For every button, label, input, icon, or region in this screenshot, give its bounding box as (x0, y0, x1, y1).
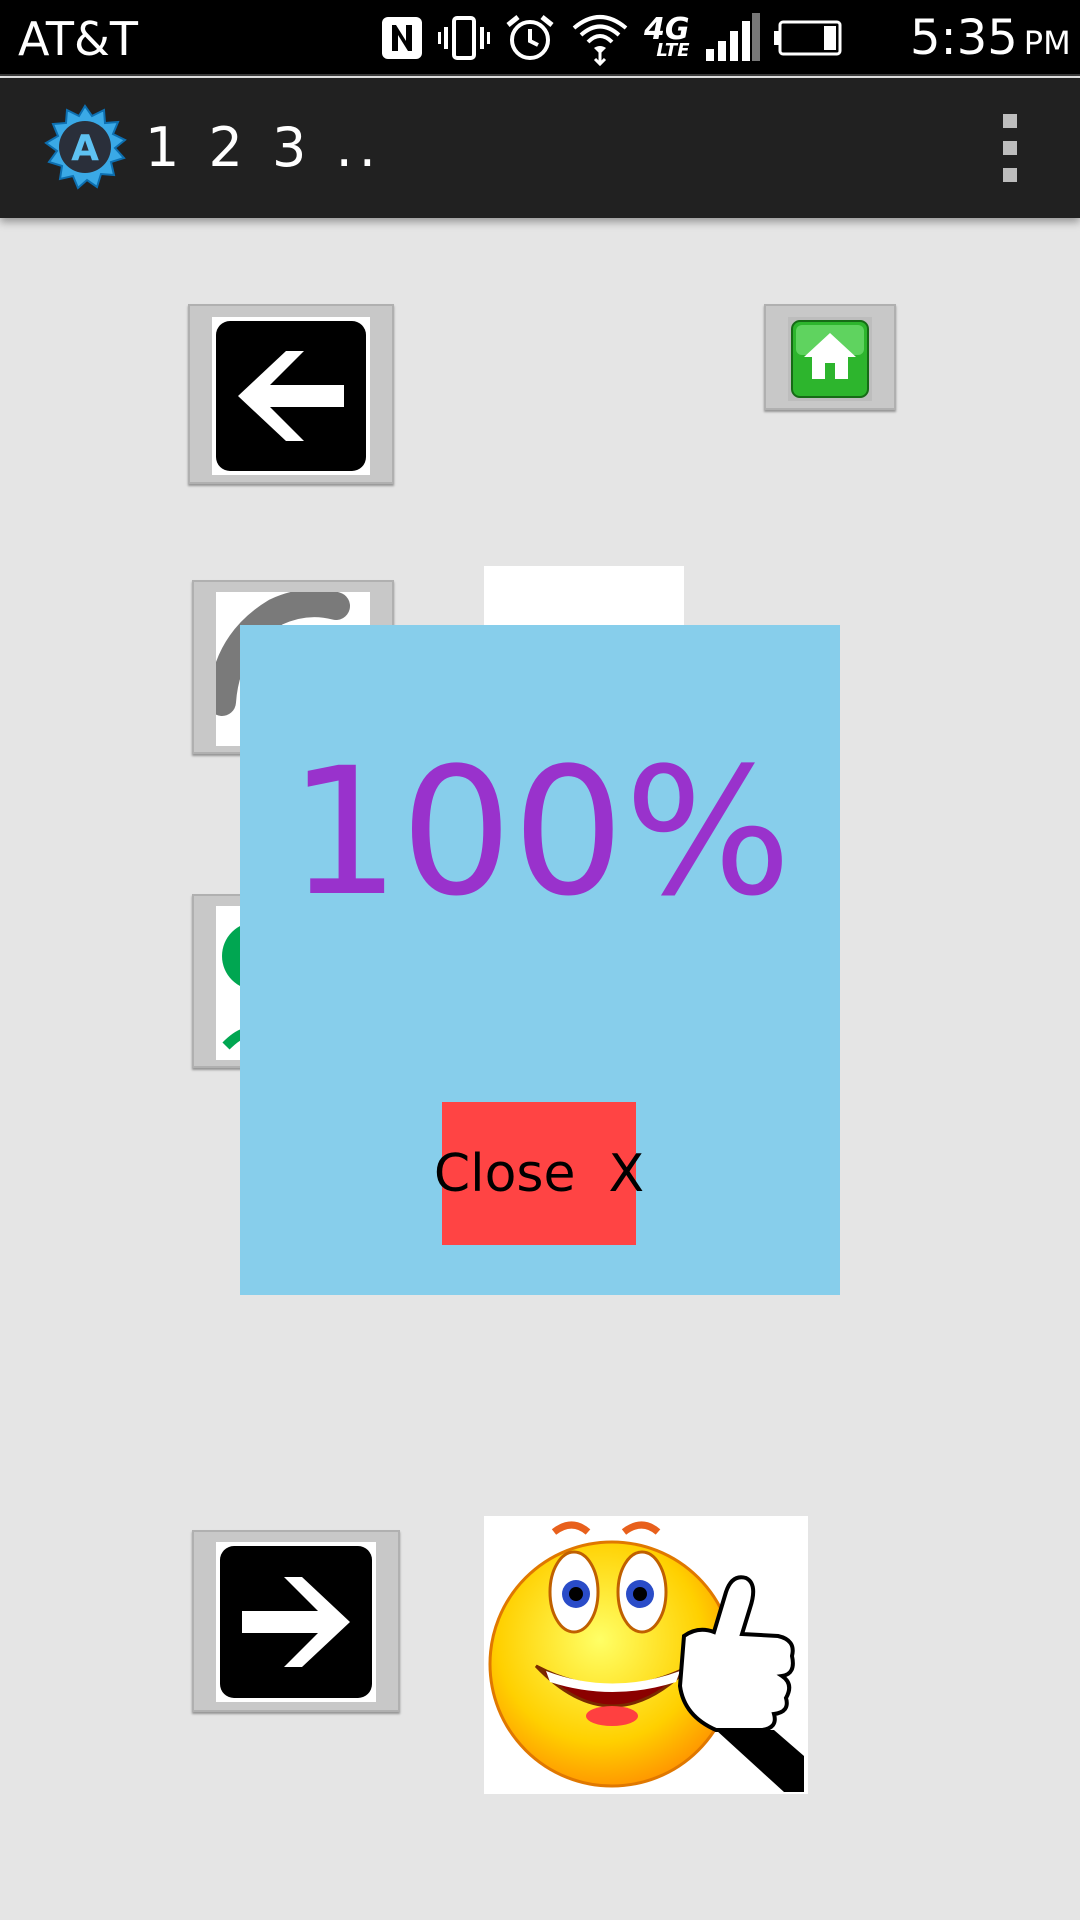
network-4g-lte-icon: 4G LTE (644, 12, 690, 62)
smiley-thumbs-up-icon (484, 1516, 808, 1794)
app-title: 1 2 3 .. (145, 116, 382, 179)
status-icons: 4G LTE (380, 8, 844, 68)
app-logo-a-icon[interactable]: A (42, 104, 128, 190)
carrier-name: AT&T (18, 12, 138, 66)
back-arrow-icon (212, 317, 370, 475)
svg-text:A: A (71, 128, 99, 169)
next-arrow-icon (216, 1542, 376, 1702)
next-button[interactable] (192, 1530, 400, 1712)
signal-icon (705, 13, 760, 61)
wifi-icon (572, 15, 628, 66)
nfc-icon (382, 17, 422, 59)
status-bar: AT&T 4G LTE 5:35 PM (0, 0, 1080, 76)
close-button[interactable]: Close X (434, 1102, 644, 1245)
action-bar: A 1 2 3 .. (0, 78, 1080, 218)
vibrate-icon (438, 16, 490, 60)
clock: 5:35 PM (910, 10, 1071, 66)
back-button[interactable] (188, 304, 394, 484)
score-text: 100% (288, 730, 792, 935)
overflow-menu-icon[interactable] (980, 114, 1040, 182)
home-icon (788, 317, 872, 401)
home-button[interactable] (764, 304, 896, 410)
alarm-icon (506, 15, 554, 60)
battery-icon (773, 20, 841, 56)
result-popup: 100% Close X (240, 625, 840, 1295)
